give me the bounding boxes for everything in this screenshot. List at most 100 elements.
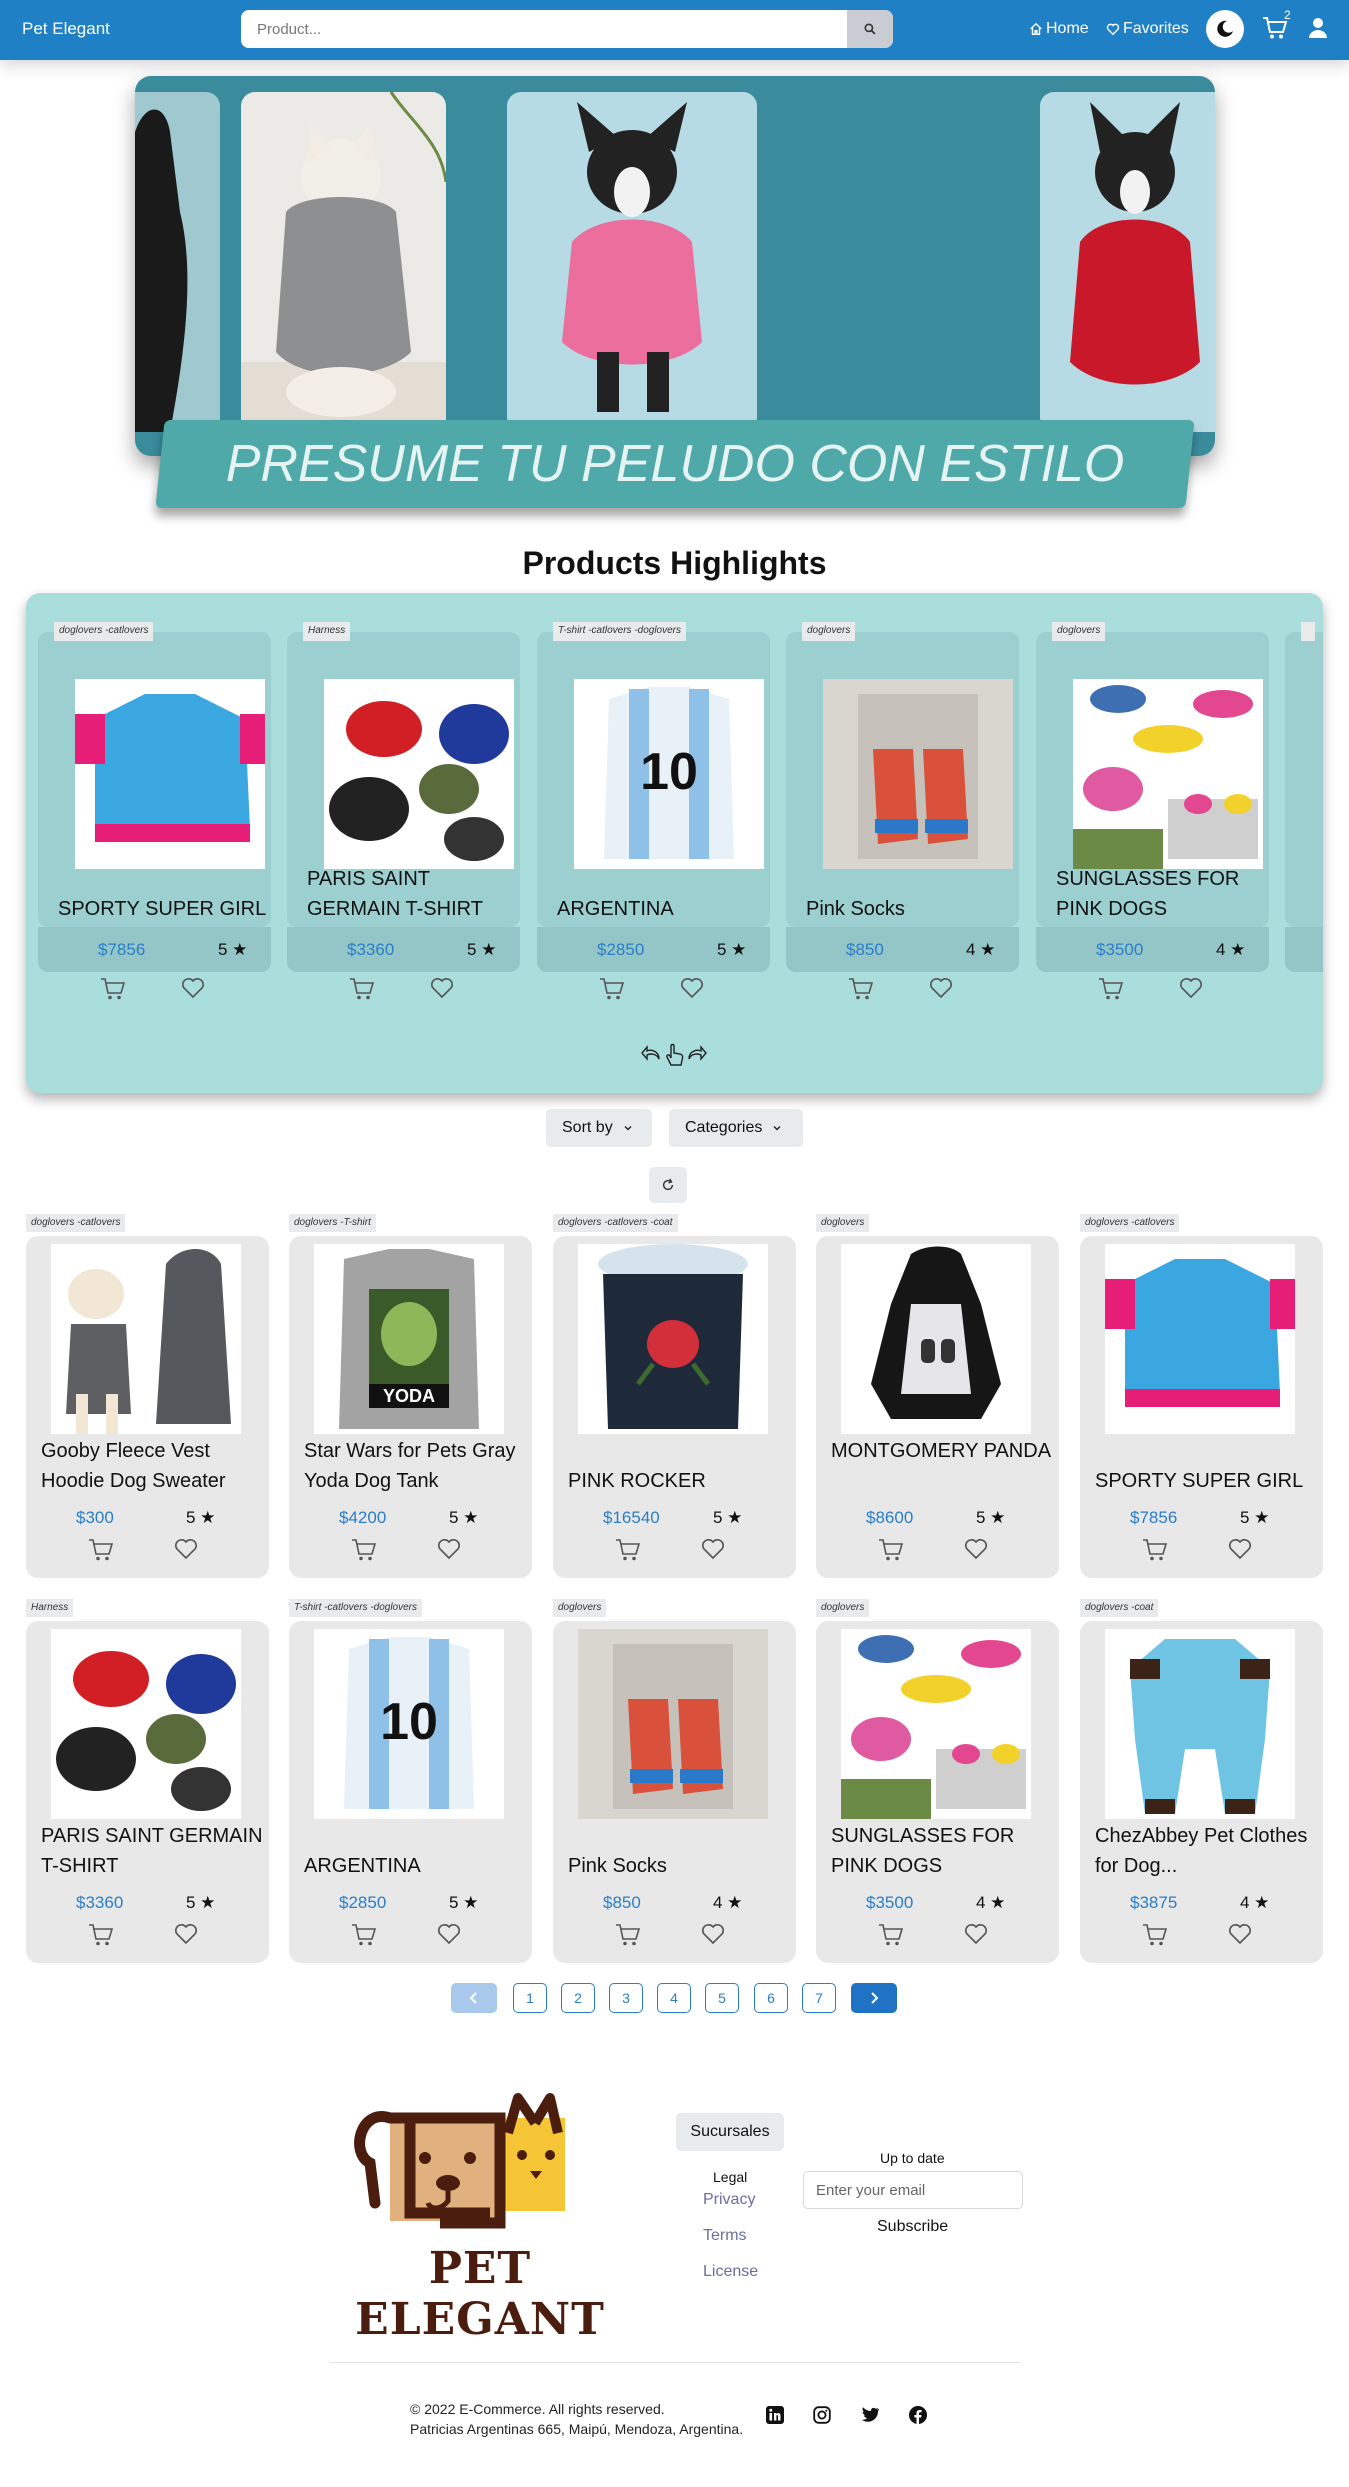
favorite-icon[interactable] <box>181 977 205 999</box>
add-to-cart-icon[interactable] <box>878 1538 904 1562</box>
product-photo <box>51 1244 241 1434</box>
highlight-card-actions <box>1285 927 1323 972</box>
footer-divider <box>330 2362 1020 2363</box>
product-card[interactable]: doglovers MONTGOMERY PANDA $8600 5 ★ <box>816 1214 1059 1578</box>
terms-link[interactable]: Terms <box>703 2227 747 2245</box>
add-to-cart-icon[interactable] <box>100 977 126 1001</box>
highlight-card[interactable]: doglovers -catlovers SPORTY SUPER GIRL $… <box>38 622 271 1000</box>
highlight-card[interactable]: doglovers SUNGLASSES FOR PINK DOGS $3500… <box>1036 622 1269 1000</box>
subscribe-button[interactable]: Subscribe <box>877 2218 948 2236</box>
favorite-icon[interactable] <box>174 1538 198 1560</box>
product-card[interactable]: doglovers -T-shirt YODA Star Wars for Pe… <box>289 1214 532 1578</box>
carousel-next-icon[interactable] <box>687 1043 707 1065</box>
categories-label: Categories <box>685 1119 763 1136</box>
highlight-card-body <box>1285 632 1323 927</box>
privacy-link[interactable]: Privacy <box>703 2191 755 2209</box>
favorite-icon[interactable] <box>701 1538 725 1560</box>
linkedin-icon[interactable] <box>766 2406 784 2424</box>
add-to-cart-icon[interactable] <box>349 977 375 1001</box>
product-tag: doglovers -T-shirt <box>289 1214 376 1232</box>
add-to-cart-icon[interactable] <box>615 1538 641 1562</box>
pagination-page-4[interactable]: 4 <box>657 1983 691 2013</box>
product-card[interactable]: doglovers -catlovers Gooby Fleece Vest H… <box>26 1214 269 1578</box>
categories-dropdown[interactable]: Categories <box>669 1109 803 1147</box>
pagination-page-3[interactable]: 3 <box>609 1983 643 2013</box>
carousel-prev-icon[interactable] <box>641 1043 661 1065</box>
add-to-cart-icon[interactable] <box>351 1923 377 1947</box>
sucursales-button[interactable]: Sucursales <box>676 2113 784 2151</box>
add-to-cart-icon[interactable] <box>88 1923 114 1947</box>
add-to-cart-icon[interactable] <box>615 1923 641 1947</box>
favorite-icon[interactable] <box>964 1923 988 1945</box>
twitter-icon[interactable] <box>860 2406 880 2424</box>
theme-toggle-button[interactable] <box>1206 10 1244 48</box>
newsletter-email-input[interactable] <box>803 2171 1023 2209</box>
highlight-name: ARGENTINA <box>557 898 674 920</box>
favorite-icon[interactable] <box>437 1923 461 1945</box>
pagination-next-button[interactable] <box>851 1983 897 2013</box>
product-card[interactable]: Harness PARIS SAINT GERMAIN T-SHIRT $336… <box>26 1599 269 1963</box>
facebook-icon[interactable] <box>909 2406 927 2424</box>
license-link[interactable]: License <box>703 2263 758 2281</box>
add-to-cart-icon[interactable] <box>599 977 625 1001</box>
add-to-cart-icon[interactable] <box>848 977 874 1001</box>
product-card[interactable]: doglovers -catlovers -coat PINK ROCKER $… <box>553 1214 796 1578</box>
instagram-icon[interactable] <box>813 2406 831 2424</box>
product-tag: doglovers <box>553 1599 607 1617</box>
carousel-pause-icon[interactable] <box>663 1043 685 1067</box>
highlight-name: SUNGLASSES FOR PINK DOGS <box>1056 868 1240 920</box>
favorite-icon[interactable] <box>1179 977 1203 999</box>
refresh-button[interactable] <box>649 1167 687 1203</box>
add-to-cart-icon[interactable] <box>88 1538 114 1562</box>
highlight-photo <box>1073 679 1263 869</box>
pagination-prev-button[interactable] <box>451 1983 497 2013</box>
brand-link[interactable]: Pet Elegant <box>22 19 110 39</box>
search-button[interactable] <box>847 10 893 48</box>
product-tag: doglovers -catlovers <box>1080 1214 1180 1232</box>
highlight-card[interactable]: doglovers Pink Socks $850 4 ★ <box>786 622 1019 1000</box>
product-card[interactable]: doglovers SUNGLASSES FOR PINK DOGS $3500… <box>816 1599 1059 1963</box>
product-card[interactable]: doglovers -coat ChezAbbey Pet Clothes fo… <box>1080 1599 1323 1963</box>
search-icon <box>864 23 876 35</box>
product-rating: 5 ★ <box>449 1508 479 1527</box>
user-icon[interactable] <box>1308 17 1328 39</box>
favorite-icon[interactable] <box>437 1538 461 1560</box>
sort-by-dropdown[interactable]: Sort by <box>546 1109 652 1147</box>
favorite-icon[interactable] <box>964 1538 988 1560</box>
product-card[interactable]: doglovers -catlovers SPORTY SUPER GIRL $… <box>1080 1214 1323 1578</box>
favorite-icon[interactable] <box>1228 1923 1252 1945</box>
add-to-cart-icon[interactable] <box>1142 1538 1168 1562</box>
product-card[interactable]: T-shirt -catlovers -doglovers 10 ARGENTI… <box>289 1599 532 1963</box>
product-price: $3500 <box>866 1893 914 1912</box>
product-name: Star Wars for Pets Gray Yoda Dog Tank <box>304 1440 516 1492</box>
favorite-icon[interactable] <box>174 1923 198 1945</box>
highlight-name: Pink Socks <box>806 898 905 920</box>
favorite-icon[interactable] <box>680 977 704 999</box>
highlight-card[interactable]: T-shirt -catlovers -doglovers 10 ARGENTI… <box>537 622 770 1000</box>
svg-text:YODA: YODA <box>383 1386 435 1406</box>
nav-home-link[interactable]: Home <box>1029 20 1089 38</box>
add-to-cart-icon[interactable] <box>1098 977 1124 1001</box>
add-to-cart-icon[interactable] <box>1142 1923 1168 1947</box>
product-name: PARIS SAINT GERMAIN T-SHIRT <box>41 1825 263 1877</box>
add-to-cart-icon[interactable] <box>878 1923 904 1947</box>
pagination-page-2[interactable]: 2 <box>561 1983 595 2013</box>
pagination-page-7[interactable]: 7 <box>802 1983 836 2013</box>
add-to-cart-icon[interactable] <box>351 1538 377 1562</box>
product-name: SPORTY SUPER GIRL <box>1095 1470 1304 1492</box>
favorite-icon[interactable] <box>701 1923 725 1945</box>
highlight-tag: doglovers -catlovers <box>54 622 154 641</box>
highlight-card[interactable]: Harness PARIS SAINT GERMAIN T-SHIRT $336… <box>287 622 520 1000</box>
highlight-photo: 10 <box>574 679 764 869</box>
pagination-page-6[interactable]: 6 <box>754 1983 788 2013</box>
product-card[interactable]: doglovers Pink Socks $850 4 ★ <box>553 1599 796 1963</box>
search-input[interactable] <box>241 10 849 48</box>
product-price: $2850 <box>339 1893 387 1912</box>
pagination-page-5[interactable]: 5 <box>705 1983 739 2013</box>
favorite-icon[interactable] <box>430 977 454 999</box>
favorite-icon[interactable] <box>1228 1538 1252 1560</box>
nav-favorites-link[interactable]: Favorites <box>1106 20 1189 38</box>
favorite-icon[interactable] <box>929 977 953 999</box>
pagination-page-1[interactable]: 1 <box>513 1983 547 2013</box>
product-price: $850 <box>603 1893 641 1912</box>
